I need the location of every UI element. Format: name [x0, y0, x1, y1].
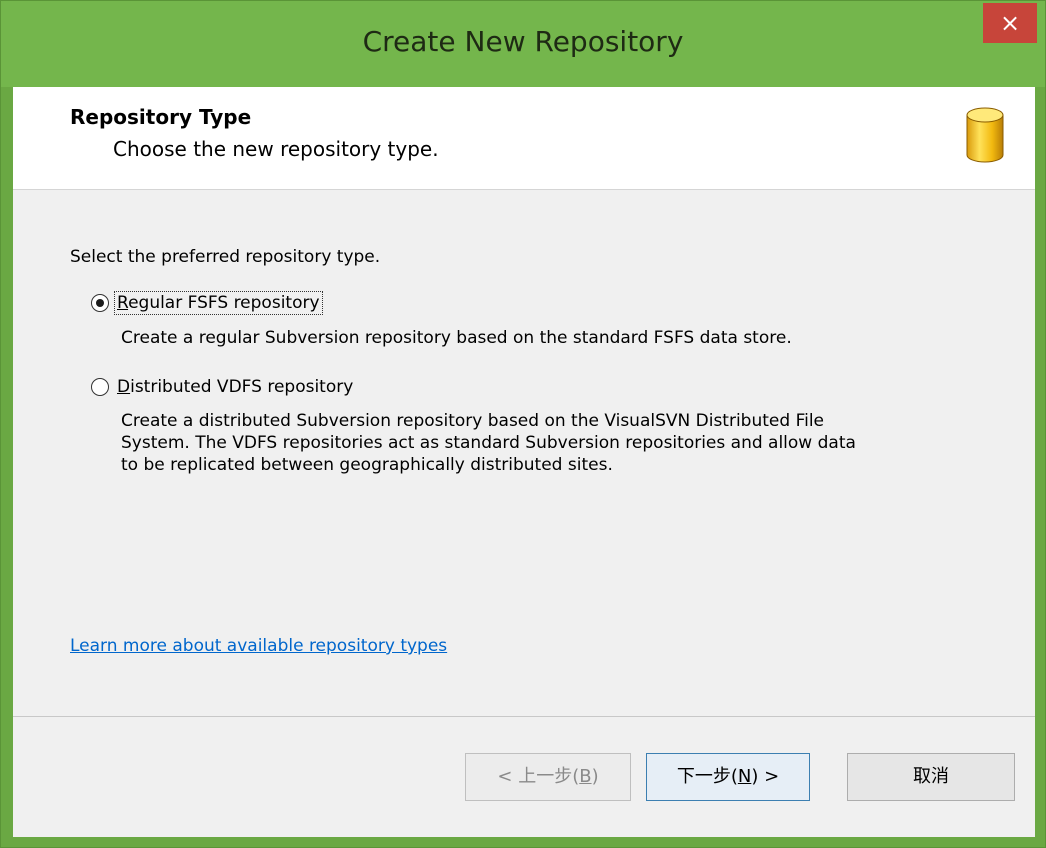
close-icon: ×	[999, 9, 1021, 37]
radio-vdfs[interactable]: Distributed VDFS repository	[91, 374, 355, 400]
vdfs-description-line: Create a distributed Subversion reposito…	[121, 411, 825, 431]
title-bar[interactable]: Create New Repository ×	[1, 1, 1045, 87]
radio-label-vdfs[interactable]: Distributed VDFS repository	[115, 376, 355, 398]
learn-more-link[interactable]: Learn more about available repository ty…	[70, 636, 447, 656]
radio-fsfs[interactable]: Regular FSFS repository	[91, 290, 323, 316]
cancel-button[interactable]: 取消	[847, 753, 1015, 801]
window-title: Create New Repository	[362, 25, 684, 58]
instruction-text: Select the preferred repository type.	[70, 247, 381, 267]
radio-button-selected[interactable]	[91, 294, 109, 312]
close-button[interactable]: ×	[983, 3, 1037, 43]
vdfs-description-line: System. The VDFS repositories act as sta…	[121, 433, 856, 453]
fsfs-description: Create a regular Subversion repository b…	[121, 328, 792, 348]
vdfs-description-line: to be replicated between geographically …	[121, 455, 613, 475]
next-button[interactable]: 下一步(N) >	[646, 753, 810, 801]
back-button[interactable]: < 上一步(B)	[465, 753, 631, 801]
page-subtitle: Choose the new repository type.	[113, 137, 439, 161]
page-title: Repository Type	[70, 105, 252, 129]
database-icon	[966, 107, 1004, 163]
radio-label-fsfs[interactable]: Regular FSFS repository	[114, 291, 323, 315]
dialog-window: Create New Repository × Repository Type …	[0, 0, 1046, 848]
vdfs-description: Create a distributed Subversion reposito…	[121, 410, 981, 476]
wizard-header: Repository Type Choose the new repositor…	[13, 87, 1035, 190]
footer-divider	[13, 716, 1035, 717]
radio-button-unselected[interactable]	[91, 378, 109, 396]
dialog-client-area: Repository Type Choose the new repositor…	[13, 87, 1035, 837]
